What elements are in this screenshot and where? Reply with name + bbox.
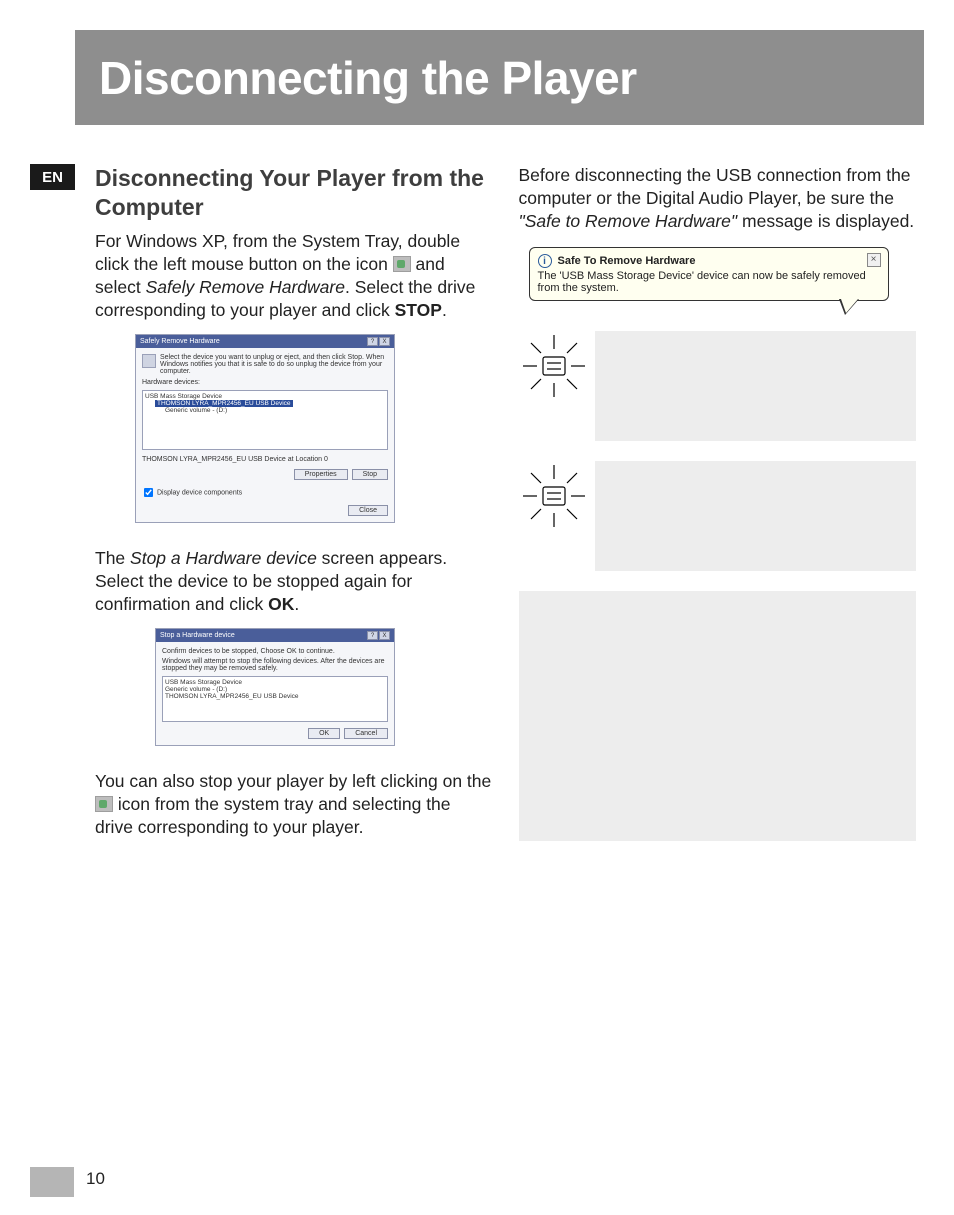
dialog-title: Stop a Hardware device	[160, 632, 235, 639]
balloon-title: Safe To Remove Hardware	[558, 255, 696, 267]
dialog-titlebar: Safely Remove Hardware ?X	[136, 335, 394, 348]
close-icon[interactable]: X	[379, 337, 390, 346]
stop-button[interactable]: Stop	[352, 469, 388, 480]
bottom-placeholder	[519, 591, 917, 841]
ok-button[interactable]: OK	[308, 728, 340, 739]
list-item[interactable]: USB Mass Storage Device	[165, 679, 385, 686]
balloon-body: The 'USB Mass Storage Device' device can…	[538, 270, 880, 294]
page-number: 10	[86, 1169, 105, 1189]
paragraph-1: For Windows XP, from the System Tray, do…	[95, 230, 493, 322]
device-list[interactable]: USB Mass Storage Device Generic volume -…	[162, 676, 388, 722]
close-icon[interactable]: ×	[867, 253, 881, 267]
caution-block-1	[519, 331, 917, 441]
dialog-text: Windows will attempt to stop the followi…	[162, 658, 388, 672]
location-text: THOMSON LYRA_MPR2456_EU USB Device at Lo…	[142, 456, 388, 463]
help-icon[interactable]: ?	[367, 631, 378, 640]
text: .	[442, 300, 447, 320]
close-icon[interactable]: X	[379, 631, 390, 640]
balloon-tail	[839, 299, 859, 315]
caution-text-placeholder	[595, 461, 917, 571]
text-emphasis: Safely Remove Hardware	[146, 277, 345, 297]
paragraph-right-1: Before disconnecting the USB connection …	[519, 164, 917, 233]
caution-block-2	[519, 461, 917, 571]
section-heading: Disconnecting Your Player from the Compu…	[95, 164, 493, 222]
info-icon: i	[538, 254, 552, 268]
text: You can also stop your player by left cl…	[95, 771, 491, 791]
caution-text-placeholder	[595, 331, 917, 441]
text: The	[95, 548, 130, 568]
text: Before disconnecting the USB connection …	[519, 165, 911, 208]
text-emphasis: "Safe to Remove Hardware"	[519, 211, 738, 231]
eject-icon	[142, 354, 156, 368]
banner-title: Disconnecting the Player	[99, 51, 637, 105]
safely-remove-hardware-dialog: Safely Remove Hardware ?X Select the dev…	[135, 334, 395, 523]
dialog-text: Confirm devices to be stopped, Choose OK…	[162, 648, 388, 655]
paragraph-2: The Stop a Hardware device screen appear…	[95, 547, 493, 616]
page-tab	[30, 1167, 74, 1197]
paragraph-3: You can also stop your player by left cl…	[95, 770, 493, 839]
stop-hardware-device-dialog: Stop a Hardware device ?X Confirm device…	[155, 628, 395, 746]
properties-button[interactable]: Properties	[294, 469, 348, 480]
language-tab: EN	[30, 164, 75, 190]
dialog-title: Safely Remove Hardware	[140, 338, 220, 345]
left-column: Disconnecting Your Player from the Compu…	[95, 164, 493, 851]
burst-icon	[519, 331, 589, 401]
checkbox-label: Display device components	[157, 489, 242, 496]
help-icon[interactable]: ?	[367, 337, 378, 346]
dialog-instruction: Select the device you want to unplug or …	[160, 354, 388, 375]
text: message is displayed.	[737, 211, 914, 231]
text: .	[294, 594, 299, 614]
list-item[interactable]: Generic volume - (D:)	[165, 686, 385, 693]
burst-icon	[519, 461, 589, 531]
tree-item-selected[interactable]: THOMSON LYRA_MPR2456_EU USB Device	[155, 400, 293, 407]
systray-remove-icon	[95, 796, 113, 812]
page-banner: Disconnecting the Player	[75, 30, 924, 125]
text-strong: STOP	[395, 300, 442, 320]
devices-label: Hardware devices:	[142, 379, 388, 386]
cancel-button[interactable]: Cancel	[344, 728, 388, 739]
text-emphasis: Stop a Hardware device	[130, 548, 317, 568]
right-column: Before disconnecting the USB connection …	[519, 164, 917, 851]
text: icon from the system tray and selecting …	[95, 794, 451, 837]
tree-item[interactable]: USB Mass Storage Device	[145, 393, 385, 400]
text-strong: OK	[268, 594, 294, 614]
safe-to-remove-balloon: i Safe To Remove Hardware The 'USB Mass …	[529, 247, 889, 301]
tree-item[interactable]: Generic volume - (D:)	[165, 407, 385, 414]
dialog-titlebar: Stop a Hardware device ?X	[156, 629, 394, 642]
list-item[interactable]: THOMSON LYRA_MPR2456_EU USB Device	[165, 693, 385, 700]
systray-remove-icon	[393, 256, 411, 272]
device-tree[interactable]: USB Mass Storage Device THOMSON LYRA_MPR…	[142, 390, 388, 450]
close-button[interactable]: Close	[348, 505, 388, 516]
display-components-checkbox[interactable]: Display device components	[142, 486, 388, 499]
